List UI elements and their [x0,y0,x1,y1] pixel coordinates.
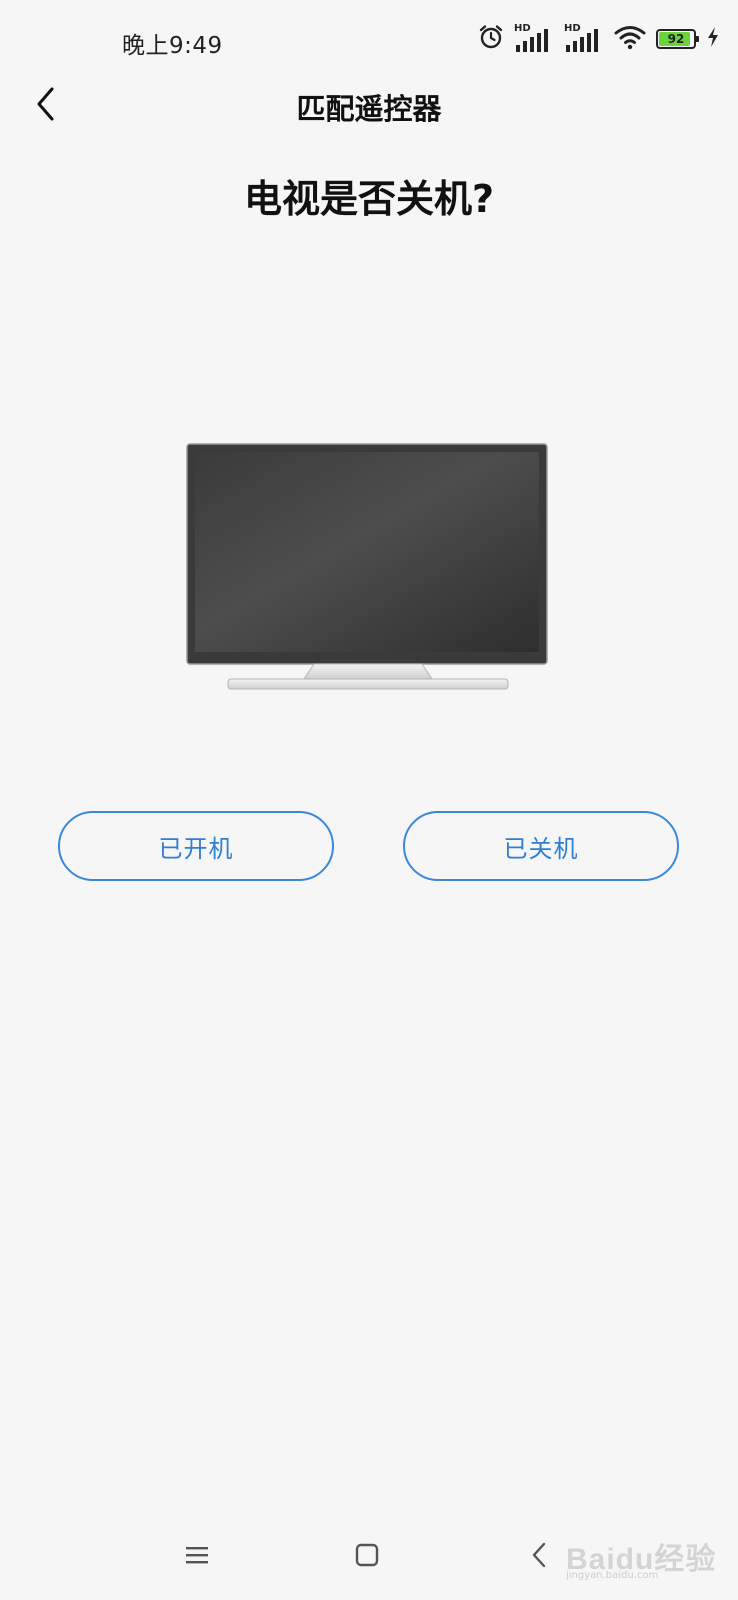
tv-off-button[interactable]: 已关机 [403,811,679,881]
tv-icon [186,443,550,693]
page-title: 匹配遥控器 [296,92,442,126]
battery-icon: 92 [656,29,699,49]
back-icon [532,1542,546,1568]
menu-icon [186,1547,208,1564]
question-heading: 电视是否关机? [243,177,495,221]
alarm-icon [478,24,504,54]
nav-back-button[interactable] [514,1530,564,1580]
watermark-sub: jingyan.baidu.com [566,1570,659,1581]
wifi-icon [614,24,646,54]
nav-home-button[interactable] [342,1530,392,1580]
status-time: 晚上9:49 [122,33,223,59]
nav-menu-button[interactable] [172,1530,222,1580]
signal-icon: HD [514,23,554,53]
signal-icon: HD [564,23,604,53]
charging-icon [706,26,720,52]
battery-level: 92 [667,32,685,46]
status-icons: HD HD 92 [478,23,720,54]
tv-on-button[interactable]: 已开机 [58,811,334,881]
home-icon [355,1543,379,1567]
header: 匹配遥控器 [0,76,738,132]
status-bar: 晚上9:49 HD HD 92 [0,0,738,80]
